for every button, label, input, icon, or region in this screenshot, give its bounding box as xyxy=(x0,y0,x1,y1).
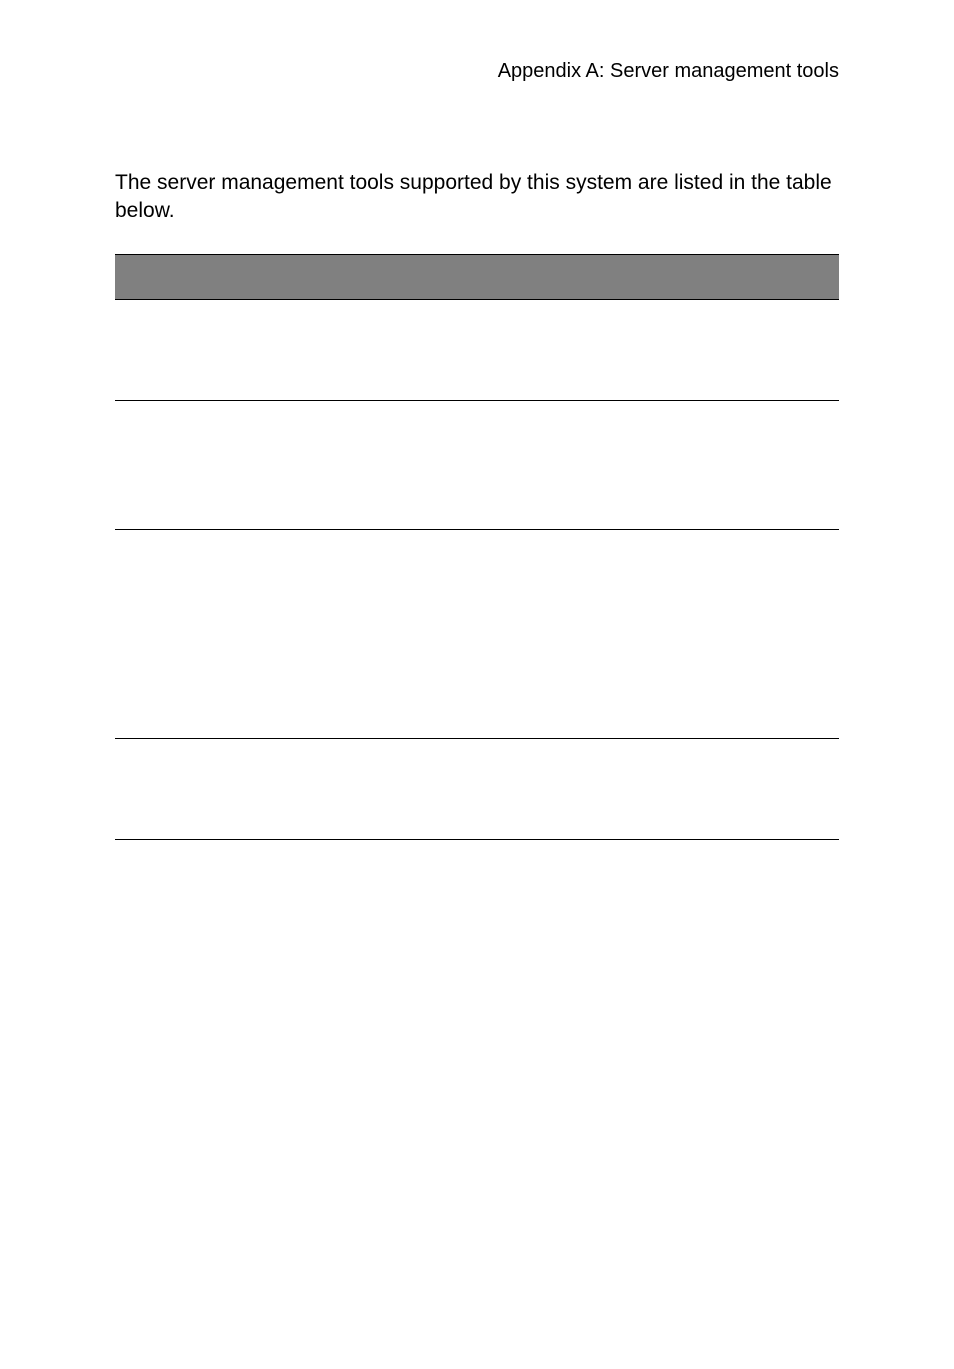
running-head: Appendix A: Server management tools xyxy=(115,59,839,83)
table-row xyxy=(115,530,839,739)
table-header-row xyxy=(115,254,839,300)
table-row xyxy=(115,401,839,530)
intro-paragraph: The server management tools supported by… xyxy=(115,169,835,226)
tools-table xyxy=(115,254,839,840)
page: Appendix A: Server management tools The … xyxy=(0,0,954,1369)
table-row xyxy=(115,739,839,840)
table-row xyxy=(115,300,839,401)
